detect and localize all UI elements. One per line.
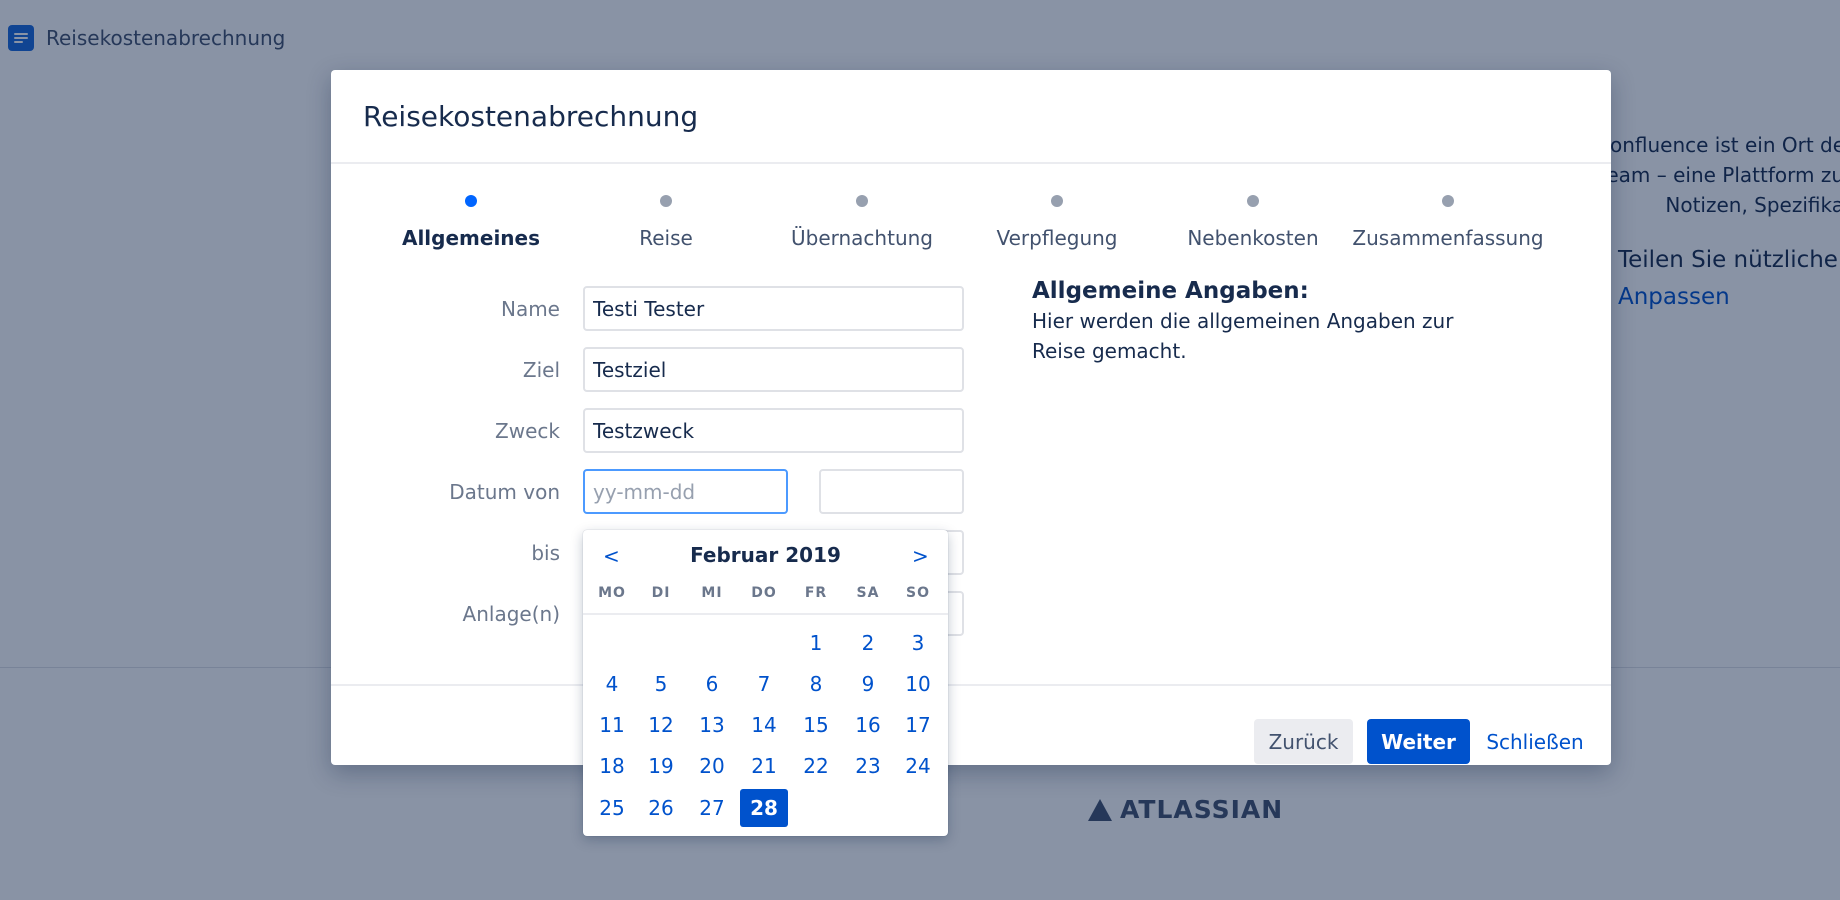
calendar-day[interactable]: 2	[844, 624, 892, 662]
calendar-day-selected[interactable]: 28	[740, 789, 788, 827]
step-verpflegung[interactable]: Verpflegung	[959, 195, 1155, 250]
calendar-day[interactable]: 21	[740, 747, 788, 785]
dialog-footer: Zurück Weiter Schließen	[331, 684, 1611, 765]
calendar-day[interactable]: 23	[844, 747, 892, 785]
datepicker: < Februar 2019 > MO DI MI DO FR SA SO 12345678…	[583, 530, 948, 836]
step-reise[interactable]: Reise	[568, 195, 764, 250]
calendar-day[interactable]: 1	[792, 624, 840, 662]
name-label: Name	[500, 297, 560, 321]
bis-label: bis	[531, 541, 560, 565]
calendar-day[interactable]: 22	[792, 747, 840, 785]
calendar-day[interactable]: 5	[637, 665, 685, 703]
calendar-day[interactable]: 11	[588, 706, 636, 744]
weekday-label: DO	[751, 585, 777, 601]
calendar-day[interactable]: 6	[688, 665, 736, 703]
step-dot	[660, 195, 672, 207]
step-label: Reise	[639, 226, 693, 250]
calendar-day[interactable]: 7	[740, 665, 788, 703]
weekday-header: MO DI MI DO FR SA SO	[583, 583, 948, 615]
date-from-input[interactable]	[583, 469, 788, 514]
calendar-day[interactable]: 24	[894, 747, 942, 785]
back-button[interactable]: Zurück	[1254, 719, 1353, 764]
calendar-day[interactable]: 15	[792, 706, 840, 744]
ziel-input[interactable]	[583, 347, 964, 392]
name-input[interactable]	[583, 286, 964, 331]
step-dot	[465, 195, 477, 207]
calendar-day[interactable]: 20	[688, 747, 736, 785]
next-month-button[interactable]: >	[912, 544, 929, 568]
weekday-label: SO	[906, 585, 930, 601]
anlagen-label: Anlage(n)	[462, 602, 560, 626]
calendar-day[interactable]: 9	[844, 665, 892, 703]
time-from-input[interactable]	[819, 469, 964, 514]
calendar-day[interactable]: 14	[740, 706, 788, 744]
step-zusammenfassung[interactable]: Zusammenfassung	[1350, 195, 1546, 250]
calendar-day[interactable]: 18	[588, 747, 636, 785]
weekday-label: DI	[651, 585, 671, 601]
weekday-label: MO	[598, 585, 626, 601]
calendar-day[interactable]: 25	[588, 789, 636, 827]
calendar-day[interactable]: 27	[688, 789, 736, 827]
month-label: Februar 2019	[690, 543, 841, 567]
step-uebernachtung[interactable]: Übernachtung	[764, 195, 960, 250]
info-heading: Allgemeine Angaben:	[1032, 278, 1309, 304]
calendar-day[interactable]: 17	[894, 706, 942, 744]
progress-tracker: Allgemeines Reise Übernachtung Verpflegu…	[331, 195, 1611, 265]
step-label: Zusammenfassung	[1352, 226, 1544, 250]
ziel-label: Ziel	[522, 358, 560, 382]
calendar-day[interactable]: 10	[894, 665, 942, 703]
next-button[interactable]: Weiter	[1367, 719, 1470, 764]
step-dot	[856, 195, 868, 207]
datum-von-row: Datum von	[331, 469, 971, 515]
step-dot	[1442, 195, 1454, 207]
dialog-title: Reisekostenabrechnung	[363, 99, 699, 133]
expense-report-dialog: Reisekostenabrechnung Allgemeines Reise …	[331, 70, 1611, 765]
calendar-day[interactable]: 3	[894, 624, 942, 662]
calendar-day[interactable]: 16	[844, 706, 892, 744]
calendar-day[interactable]: 12	[637, 706, 685, 744]
calendar-day[interactable]: 19	[637, 747, 685, 785]
zweck-input[interactable]	[583, 408, 964, 453]
zweck-label: Zweck	[495, 419, 560, 443]
calendar-day[interactable]: 8	[792, 665, 840, 703]
ziel-row: Ziel	[331, 347, 971, 393]
calendar-day[interactable]: 13	[688, 706, 736, 744]
step-allgemeines[interactable]: Allgemeines	[373, 195, 569, 250]
weekday-label: SA	[856, 585, 880, 601]
step-dot	[1051, 195, 1063, 207]
close-button[interactable]: Schließen	[1479, 719, 1591, 764]
weekday-label: MI	[701, 585, 723, 601]
step-label: Nebenkosten	[1187, 226, 1319, 250]
datum-von-label: Datum von	[449, 480, 560, 504]
step-dot	[1247, 195, 1259, 207]
name-row: Name	[331, 286, 971, 332]
calendar-day[interactable]: 26	[637, 789, 685, 827]
step-label: Allgemeines	[401, 226, 541, 250]
weekday-label: FR	[804, 585, 828, 601]
info-panel: Allgemeine Angaben: Hier werden die allg…	[1032, 278, 1502, 366]
zweck-row: Zweck	[331, 408, 971, 454]
step-label: Verpflegung	[996, 226, 1118, 250]
info-text: Hier werden die allgemeinen Angaben zur …	[1032, 309, 1454, 363]
step-label: Übernachtung	[790, 226, 933, 250]
calendar-day[interactable]: 4	[588, 665, 636, 703]
dialog-header: Reisekostenabrechnung	[331, 70, 1611, 164]
step-nebenkosten[interactable]: Nebenkosten	[1155, 195, 1351, 250]
